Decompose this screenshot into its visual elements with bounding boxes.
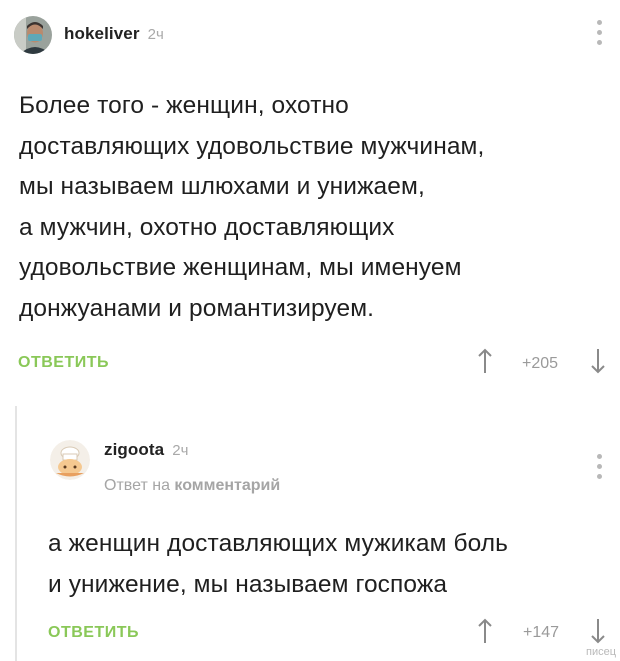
comment-text-line: донжуанами и романтизируем. <box>19 294 375 322</box>
comment-time: 2ч <box>147 26 164 43</box>
comment-text: Более того - женщин, охотно доставляющих… <box>19 86 609 329</box>
thread-line <box>15 406 17 661</box>
reply-to-prefix: Ответ на <box>104 477 170 494</box>
reply-to-info: Ответ на комментарий <box>104 477 280 495</box>
user-photo-avatar-icon <box>14 16 52 54</box>
comment-text-line: а мужчин, охотно доставляющих <box>19 213 395 241</box>
cartoon-avatar-icon <box>50 440 90 480</box>
comment-text-line: доставляющих удовольствие мужчинам, <box>19 132 485 160</box>
reply-button[interactable]: ОТВЕТИТЬ <box>48 624 139 642</box>
username[interactable]: hokeliver <box>64 24 140 43</box>
more-options-icon[interactable] <box>595 20 603 45</box>
comment-author[interactable]: hokeliver 2ч <box>64 24 164 44</box>
upvote-arrow-icon[interactable] <box>478 618 492 649</box>
watermark: писец <box>586 646 617 658</box>
comment-author[interactable]: zigoota 2ч <box>104 440 189 460</box>
comment-text-line: удовольствие женщинам, мы именуем <box>19 254 462 281</box>
comment-text-line: Более того - женщин, охотно <box>19 92 349 119</box>
downvote-arrow-icon[interactable] <box>591 618 605 649</box>
reply-button[interactable]: ОТВЕТИТЬ <box>18 354 109 372</box>
more-options-icon[interactable] <box>595 454 603 479</box>
rating-value: +147 <box>523 624 560 641</box>
avatar[interactable] <box>14 16 52 54</box>
comment-text-line: и унижение, мы называем госпожа <box>48 570 448 598</box>
comment-text-line: мы называем шлюхами и унижаем, <box>19 173 425 200</box>
comment-text-line: а женщин доставляющих мужикам боль <box>48 530 509 557</box>
comment-text: а женщин доставляющих мужикам боль и уни… <box>48 524 613 605</box>
username[interactable]: zigoota <box>104 440 164 459</box>
comment-time: 2ч <box>172 442 189 459</box>
reply-to-link[interactable]: комментарий <box>174 477 280 494</box>
upvote-arrow-icon[interactable] <box>478 348 492 379</box>
downvote-arrow-icon[interactable] <box>591 348 605 379</box>
rating-value: +205 <box>522 355 559 372</box>
avatar[interactable] <box>50 440 90 480</box>
